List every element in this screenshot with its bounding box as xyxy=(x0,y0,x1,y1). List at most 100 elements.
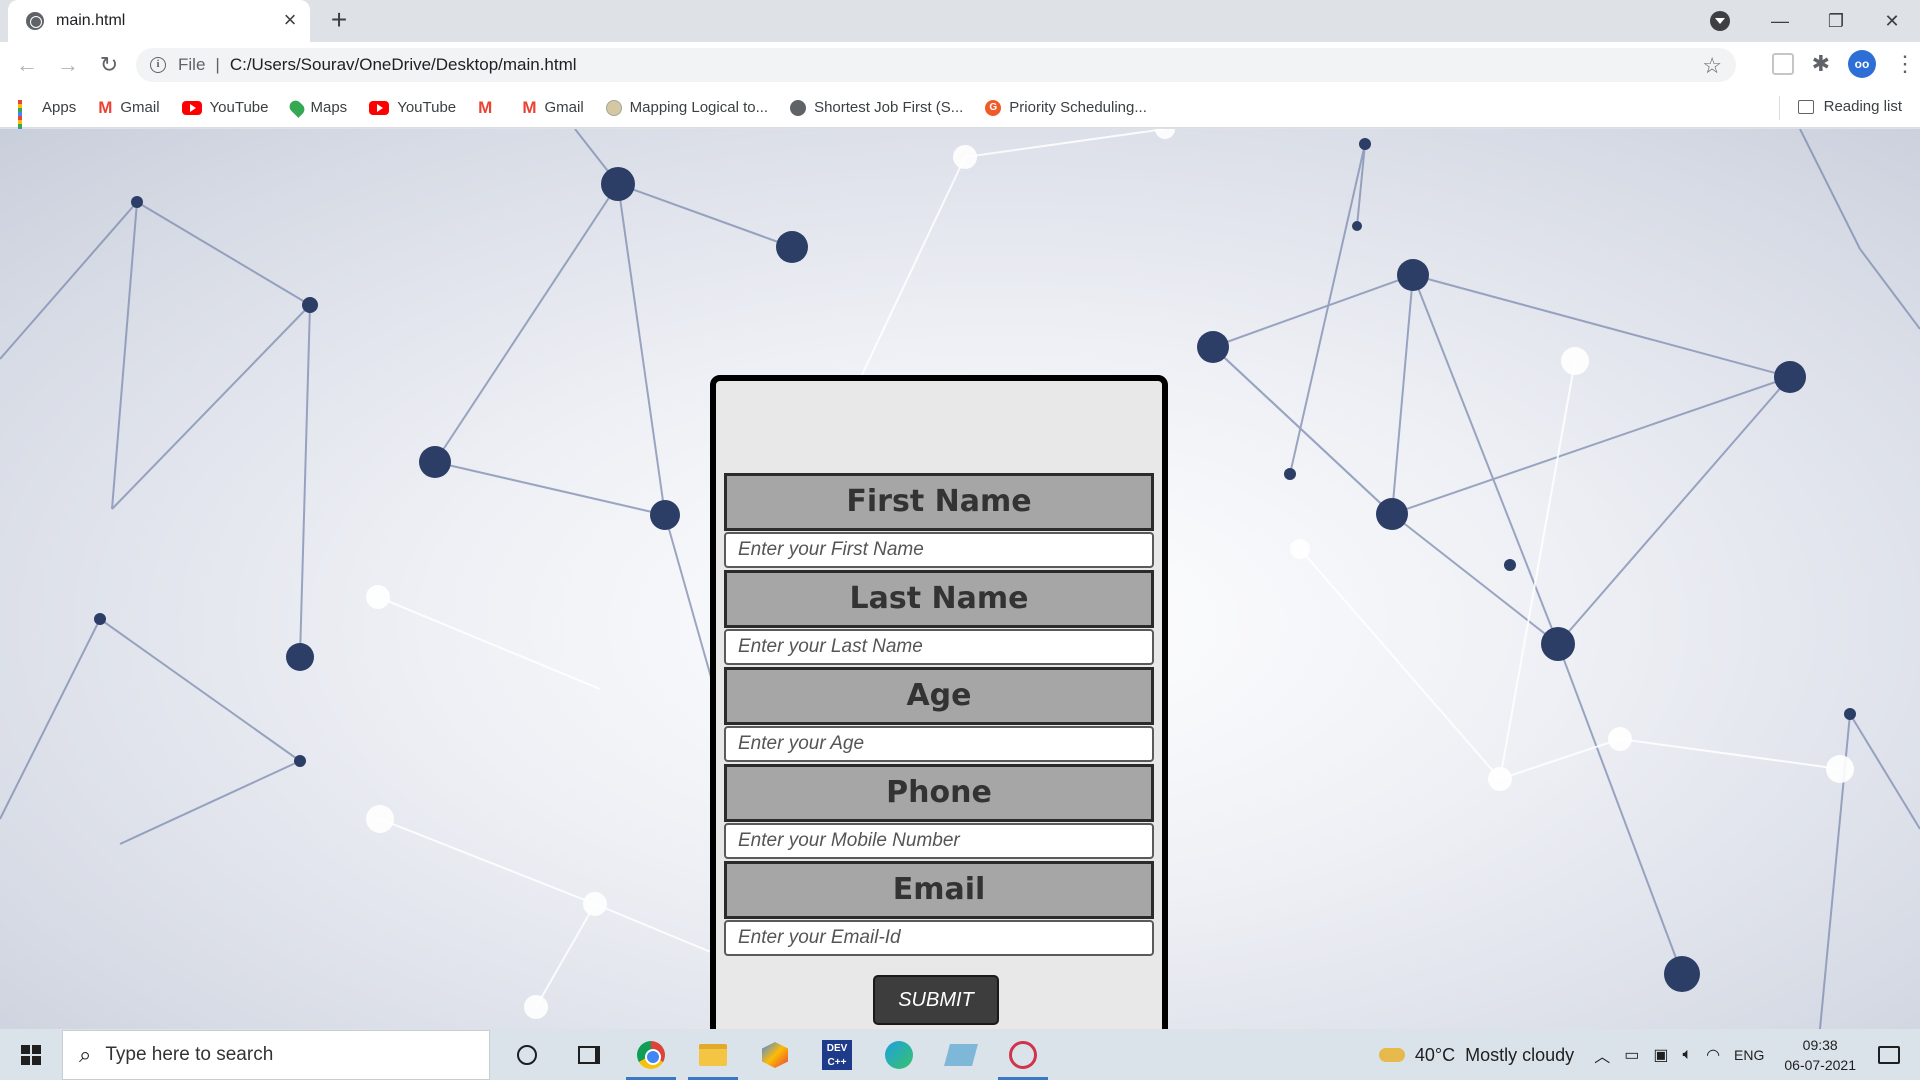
first-name-input[interactable] xyxy=(724,532,1154,568)
taskbar-chrome[interactable] xyxy=(620,1030,682,1080)
windows-taskbar: ⌕ Type here to search DEV C++ 40°C Mostly… xyxy=(0,1030,1920,1080)
bookmark-label: Gmail xyxy=(120,99,160,116)
weather-desc: Mostly cloudy xyxy=(1465,1044,1575,1065)
taskbar-apps: DEV C++ xyxy=(496,1030,1054,1080)
cortana-button[interactable] xyxy=(496,1030,558,1080)
windows-logo-icon xyxy=(21,1045,41,1065)
bookmark-label: YouTube xyxy=(397,99,457,116)
new-tab-button[interactable]: + xyxy=(324,6,354,36)
gmail-icon: M xyxy=(478,97,493,117)
address-separator: | xyxy=(215,55,220,74)
forward-arrow-icon[interactable]: → xyxy=(54,51,82,79)
notification-icon[interactable] xyxy=(1878,1046,1900,1064)
volume-icon[interactable]: 🔈︎ xyxy=(1682,1046,1692,1064)
reading-list-icon xyxy=(1797,99,1814,114)
age-label: Age xyxy=(724,667,1154,725)
email-label: Email xyxy=(724,861,1154,919)
gmail-icon: M xyxy=(522,97,537,117)
menu-dots-icon[interactable]: ⋮ xyxy=(1894,51,1916,77)
bookmark-label: Shortest Job First (S... xyxy=(814,99,964,116)
tab-title: main.html xyxy=(56,12,126,29)
profile-avatar[interactable]: oo xyxy=(1848,50,1876,78)
chevron-up-icon[interactable]: ︿ xyxy=(1594,1043,1610,1067)
taskbar-search[interactable]: ⌕ Type here to search xyxy=(62,1030,490,1080)
taskbar-notepad[interactable] xyxy=(930,1030,992,1080)
bookmark-star-icon[interactable]: ☆ xyxy=(1702,53,1722,79)
taskbar-edge[interactable] xyxy=(868,1030,930,1080)
clock-time: 09:38 xyxy=(1802,1037,1838,1053)
bookmarks-divider xyxy=(1779,96,1780,120)
bookmarks-bar: Apps M Gmail YouTube Maps YouTube M M Gm… xyxy=(0,88,1920,136)
extensions-puzzle-icon[interactable]: ✱ xyxy=(1812,51,1830,77)
tab-strip: main.html × + — ❐ ✕ xyxy=(0,0,1920,42)
toolbar-right: ✱ oo ⋮ xyxy=(1771,50,1916,78)
taskbar-devcpp[interactable]: DEV C++ xyxy=(806,1030,868,1080)
close-tab-icon[interactable]: × xyxy=(278,9,302,33)
address-scheme: File xyxy=(178,55,206,74)
task-view-icon xyxy=(578,1046,600,1064)
minimize-button[interactable]: — xyxy=(1752,11,1808,32)
clock-date: 06-07-2021 xyxy=(1784,1057,1856,1073)
submit-button[interactable]: SUBMIT xyxy=(873,975,999,1025)
last-name-label: Last Name xyxy=(724,570,1154,628)
weather-widget[interactable]: 40°C Mostly cloudy xyxy=(1378,1044,1575,1066)
youtube-icon xyxy=(181,100,202,115)
extension-icon[interactable] xyxy=(1771,53,1794,75)
dev-cpp-icon: DEV C++ xyxy=(822,1040,852,1070)
tab-search-icon[interactable] xyxy=(1710,11,1730,31)
bookmark-label: YouTube xyxy=(209,99,269,116)
address-bar[interactable]: i File | C:/Users/Sourav/OneDrive/Deskto… xyxy=(136,48,1736,82)
bookmark-apps[interactable]: Apps xyxy=(18,99,77,136)
bookmark-mapping-logical[interactable]: Mapping Logical to... xyxy=(605,99,768,116)
window-controls: — ❐ ✕ xyxy=(1752,0,1920,42)
snipping-tool-icon xyxy=(1009,1041,1037,1069)
browser-toolbar: ← → ↻ i File | C:/Users/Sourav/OneDrive/… xyxy=(0,42,1920,88)
close-window-button[interactable]: ✕ xyxy=(1864,11,1920,32)
weather-cloud-icon xyxy=(1378,1048,1405,1062)
taskbar-file-explorer[interactable] xyxy=(682,1030,744,1080)
edge-icon xyxy=(885,1041,913,1069)
bookmark-gmail-2[interactable]: M Gmail xyxy=(522,98,583,118)
bookmark-label: Apps xyxy=(42,99,77,116)
cortana-icon xyxy=(517,1045,537,1065)
bookmark-label: Maps xyxy=(310,99,348,116)
browser-tab[interactable]: main.html × xyxy=(8,0,310,42)
first-name-label: First Name xyxy=(724,473,1154,531)
battery-icon[interactable]: ▭ xyxy=(1624,1045,1639,1065)
registration-form: First Name Last Name Age Phone Email SUB… xyxy=(710,375,1168,1029)
bookmark-label: Gmail xyxy=(544,99,584,116)
bookmark-gmail-icon-only[interactable]: M xyxy=(478,98,500,118)
address-url[interactable]: C:/Users/Sourav/OneDrive/Desktop/main.ht… xyxy=(230,55,577,75)
email-input[interactable] xyxy=(724,920,1154,956)
bookmark-youtube[interactable]: YouTube xyxy=(181,99,269,116)
map-site-icon xyxy=(605,99,622,116)
task-view-button[interactable] xyxy=(558,1030,620,1080)
apps-grid-icon xyxy=(18,99,34,136)
age-input[interactable] xyxy=(724,726,1154,762)
bookmark-youtube-2[interactable]: YouTube xyxy=(369,99,456,116)
clock[interactable]: 09:38 06-07-2021 xyxy=(1784,1035,1856,1075)
phone-label: Phone xyxy=(724,764,1154,822)
bookmark-gmail[interactable]: M Gmail xyxy=(98,98,159,118)
taskbar-snipping-tool[interactable] xyxy=(992,1030,1054,1080)
last-name-input[interactable] xyxy=(724,629,1154,665)
bookmark-shortest-job-first[interactable]: Shortest Job First (S... xyxy=(790,99,963,116)
language-indicator[interactable]: ENG xyxy=(1734,1047,1764,1063)
folder-icon xyxy=(699,1044,727,1066)
notepad-icon xyxy=(944,1044,978,1066)
bookmark-maps[interactable]: Maps xyxy=(286,97,348,118)
info-icon[interactable]: i xyxy=(150,57,166,73)
wifi-icon[interactable]: ◠ xyxy=(1706,1045,1720,1065)
device-icon[interactable]: ▣ xyxy=(1653,1045,1668,1065)
taskbar-hex-app[interactable] xyxy=(744,1030,806,1080)
back-arrow-icon[interactable]: ← xyxy=(13,51,41,79)
weather-temp: 40°C xyxy=(1414,1044,1456,1065)
bookmark-priority-scheduling[interactable]: G Priority Scheduling... xyxy=(985,99,1147,116)
reload-icon[interactable]: ↻ xyxy=(95,51,123,79)
phone-input[interactable] xyxy=(724,823,1154,859)
start-button[interactable] xyxy=(0,1030,62,1080)
reading-list-button[interactable]: Reading list xyxy=(1797,98,1902,115)
youtube-icon xyxy=(369,100,390,115)
restore-button[interactable]: ❐ xyxy=(1808,11,1864,32)
search-icon: ⌕ xyxy=(79,1042,92,1067)
